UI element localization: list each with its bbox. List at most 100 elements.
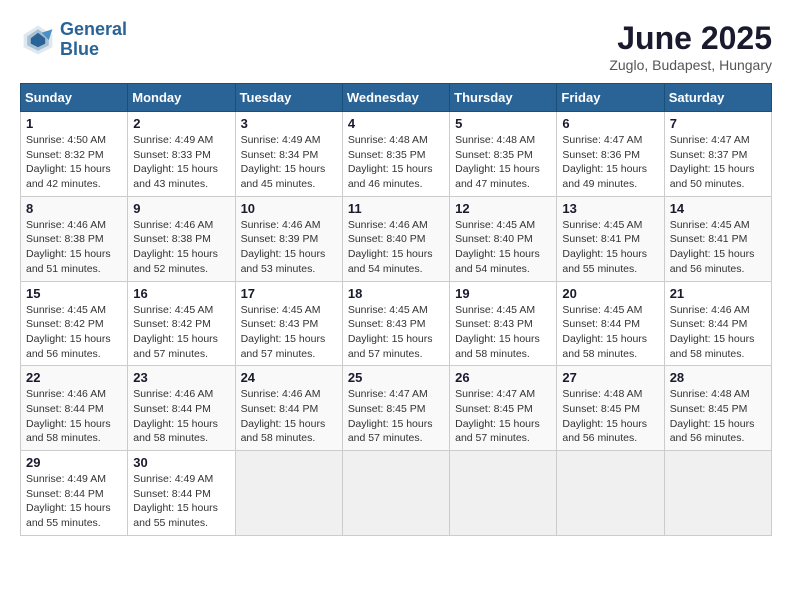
calendar-cell: 1 Sunrise: 4:50 AM Sunset: 8:32 PM Dayli… — [21, 112, 128, 197]
calendar-cell: 21 Sunrise: 4:46 AM Sunset: 8:44 PM Dayl… — [664, 281, 771, 366]
calendar-cell: 15 Sunrise: 4:45 AM Sunset: 8:42 PM Dayl… — [21, 281, 128, 366]
sunrise-label: Sunrise: 4:48 AM — [348, 134, 428, 146]
calendar-cell: 2 Sunrise: 4:49 AM Sunset: 8:33 PM Dayli… — [128, 112, 235, 197]
day-info: Sunrise: 4:50 AM Sunset: 8:32 PM Dayligh… — [26, 133, 122, 192]
day-number: 8 — [26, 201, 122, 216]
calendar-cell: 13 Sunrise: 4:45 AM Sunset: 8:41 PM Dayl… — [557, 196, 664, 281]
calendar-cell: 6 Sunrise: 4:47 AM Sunset: 8:36 PM Dayli… — [557, 112, 664, 197]
sunset-label: Sunset: 8:41 PM — [670, 233, 748, 245]
day-number: 22 — [26, 370, 122, 385]
sunset-label: Sunset: 8:44 PM — [26, 488, 104, 500]
weekday-header-thursday: Thursday — [450, 84, 557, 112]
sunrise-label: Sunrise: 4:45 AM — [348, 304, 428, 316]
day-info: Sunrise: 4:47 AM Sunset: 8:36 PM Dayligh… — [562, 133, 658, 192]
calendar-week-2: 8 Sunrise: 4:46 AM Sunset: 8:38 PM Dayli… — [21, 196, 772, 281]
daylight-label: Daylight: 15 hours and 52 minutes. — [133, 248, 218, 275]
day-info: Sunrise: 4:45 AM Sunset: 8:42 PM Dayligh… — [133, 303, 229, 362]
page-header: General Blue June 2025 Zuglo, Budapest, … — [20, 20, 772, 73]
daylight-label: Daylight: 15 hours and 58 minutes. — [455, 333, 540, 360]
day-info: Sunrise: 4:45 AM Sunset: 8:44 PM Dayligh… — [562, 303, 658, 362]
day-number: 29 — [26, 455, 122, 470]
day-number: 7 — [670, 116, 766, 131]
calendar-cell: 8 Sunrise: 4:46 AM Sunset: 8:38 PM Dayli… — [21, 196, 128, 281]
daylight-label: Daylight: 15 hours and 55 minutes. — [562, 248, 647, 275]
logo-text: General Blue — [60, 20, 127, 60]
sunrise-label: Sunrise: 4:48 AM — [670, 388, 750, 400]
daylight-label: Daylight: 15 hours and 42 minutes. — [26, 163, 111, 190]
calendar-cell: 7 Sunrise: 4:47 AM Sunset: 8:37 PM Dayli… — [664, 112, 771, 197]
calendar-cell — [342, 451, 449, 536]
day-info: Sunrise: 4:46 AM Sunset: 8:44 PM Dayligh… — [26, 387, 122, 446]
day-info: Sunrise: 4:49 AM Sunset: 8:33 PM Dayligh… — [133, 133, 229, 192]
daylight-label: Daylight: 15 hours and 57 minutes. — [348, 418, 433, 445]
sunset-label: Sunset: 8:36 PM — [562, 149, 640, 161]
sunset-label: Sunset: 8:44 PM — [241, 403, 319, 415]
calendar-cell — [450, 451, 557, 536]
day-number: 30 — [133, 455, 229, 470]
calendar-cell — [664, 451, 771, 536]
daylight-label: Daylight: 15 hours and 46 minutes. — [348, 163, 433, 190]
calendar-cell: 28 Sunrise: 4:48 AM Sunset: 8:45 PM Dayl… — [664, 366, 771, 451]
day-info: Sunrise: 4:47 AM Sunset: 8:45 PM Dayligh… — [455, 387, 551, 446]
daylight-label: Daylight: 15 hours and 53 minutes. — [241, 248, 326, 275]
daylight-label: Daylight: 15 hours and 58 minutes. — [670, 333, 755, 360]
day-number: 25 — [348, 370, 444, 385]
day-number: 15 — [26, 286, 122, 301]
sunrise-label: Sunrise: 4:46 AM — [241, 219, 321, 231]
calendar-cell: 10 Sunrise: 4:46 AM Sunset: 8:39 PM Dayl… — [235, 196, 342, 281]
sunset-label: Sunset: 8:39 PM — [241, 233, 319, 245]
day-number: 2 — [133, 116, 229, 131]
sunset-label: Sunset: 8:41 PM — [562, 233, 640, 245]
sunrise-label: Sunrise: 4:46 AM — [133, 219, 213, 231]
logo-line2: Blue — [60, 40, 127, 60]
calendar-table: SundayMondayTuesdayWednesdayThursdayFrid… — [20, 83, 772, 536]
calendar-cell: 23 Sunrise: 4:46 AM Sunset: 8:44 PM Dayl… — [128, 366, 235, 451]
sunrise-label: Sunrise: 4:47 AM — [348, 388, 428, 400]
calendar-week-1: 1 Sunrise: 4:50 AM Sunset: 8:32 PM Dayli… — [21, 112, 772, 197]
sunset-label: Sunset: 8:42 PM — [133, 318, 211, 330]
calendar-week-4: 22 Sunrise: 4:46 AM Sunset: 8:44 PM Dayl… — [21, 366, 772, 451]
calendar-cell — [235, 451, 342, 536]
logo: General Blue — [20, 20, 127, 60]
calendar-cell: 9 Sunrise: 4:46 AM Sunset: 8:38 PM Dayli… — [128, 196, 235, 281]
sunset-label: Sunset: 8:37 PM — [670, 149, 748, 161]
calendar-week-5: 29 Sunrise: 4:49 AM Sunset: 8:44 PM Dayl… — [21, 451, 772, 536]
daylight-label: Daylight: 15 hours and 54 minutes. — [348, 248, 433, 275]
sunrise-label: Sunrise: 4:49 AM — [133, 473, 213, 485]
day-number: 6 — [562, 116, 658, 131]
sunset-label: Sunset: 8:40 PM — [348, 233, 426, 245]
calendar-cell: 20 Sunrise: 4:45 AM Sunset: 8:44 PM Dayl… — [557, 281, 664, 366]
sunset-label: Sunset: 8:35 PM — [455, 149, 533, 161]
weekday-header-monday: Monday — [128, 84, 235, 112]
day-number: 11 — [348, 201, 444, 216]
day-number: 12 — [455, 201, 551, 216]
day-number: 9 — [133, 201, 229, 216]
calendar-cell: 11 Sunrise: 4:46 AM Sunset: 8:40 PM Dayl… — [342, 196, 449, 281]
weekday-header-saturday: Saturday — [664, 84, 771, 112]
day-number: 10 — [241, 201, 337, 216]
day-number: 13 — [562, 201, 658, 216]
day-info: Sunrise: 4:45 AM Sunset: 8:43 PM Dayligh… — [241, 303, 337, 362]
calendar-cell: 16 Sunrise: 4:45 AM Sunset: 8:42 PM Dayl… — [128, 281, 235, 366]
month-title: June 2025 — [609, 20, 772, 57]
sunset-label: Sunset: 8:38 PM — [26, 233, 104, 245]
calendar-cell: 3 Sunrise: 4:49 AM Sunset: 8:34 PM Dayli… — [235, 112, 342, 197]
weekday-header-wednesday: Wednesday — [342, 84, 449, 112]
day-number: 20 — [562, 286, 658, 301]
sunrise-label: Sunrise: 4:50 AM — [26, 134, 106, 146]
daylight-label: Daylight: 15 hours and 55 minutes. — [26, 502, 111, 529]
sunset-label: Sunset: 8:45 PM — [562, 403, 640, 415]
day-info: Sunrise: 4:45 AM Sunset: 8:41 PM Dayligh… — [670, 218, 766, 277]
daylight-label: Daylight: 15 hours and 43 minutes. — [133, 163, 218, 190]
sunset-label: Sunset: 8:38 PM — [133, 233, 211, 245]
weekday-header-sunday: Sunday — [21, 84, 128, 112]
sunset-label: Sunset: 8:43 PM — [241, 318, 319, 330]
day-info: Sunrise: 4:46 AM Sunset: 8:38 PM Dayligh… — [26, 218, 122, 277]
daylight-label: Daylight: 15 hours and 45 minutes. — [241, 163, 326, 190]
logo-line1: General — [60, 19, 127, 39]
day-number: 19 — [455, 286, 551, 301]
day-number: 3 — [241, 116, 337, 131]
day-number: 1 — [26, 116, 122, 131]
sunrise-label: Sunrise: 4:46 AM — [241, 388, 321, 400]
daylight-label: Daylight: 15 hours and 54 minutes. — [455, 248, 540, 275]
